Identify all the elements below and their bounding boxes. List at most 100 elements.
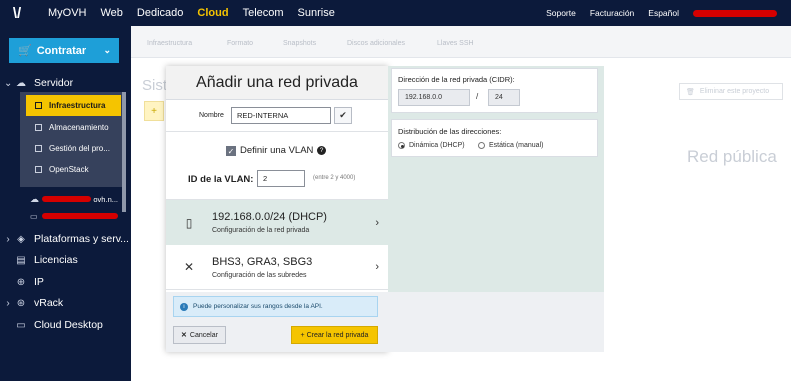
nav-soporte[interactable]: Soporte <box>546 8 576 18</box>
nav-language[interactable]: Español <box>648 8 679 18</box>
help-icon[interactable]: ? <box>317 146 326 155</box>
cidr-panel: Dirección de la red privada (CIDR): 192.… <box>391 68 598 113</box>
info-text: Puede personalizar sus rangos desde la A… <box>193 303 323 310</box>
redacted-account-name[interactable] <box>693 9 777 17</box>
square-icon <box>35 124 42 131</box>
nav-telecom[interactable]: Telecom <box>243 7 284 19</box>
sidebar-item-label: Plataformas y serv... <box>34 233 129 245</box>
cancel-label: Cancelar <box>189 331 218 339</box>
cidr-label: Dirección de la red privada (CIDR): <box>398 75 515 84</box>
confirm-name-button[interactable]: ✔ <box>334 107 352 124</box>
sidebar-item-label: Licencias <box>34 254 78 266</box>
tab-infraestructura[interactable]: Infraestructura <box>147 40 192 47</box>
background-add-button[interactable]: + <box>144 101 164 121</box>
sidebar-item-label: Cloud Desktop <box>34 319 103 331</box>
cloud-icon: ☁ <box>16 77 26 89</box>
ovh-logo-icon[interactable]: \/ <box>0 0 34 26</box>
subitem-label: Almacenamiento <box>49 123 109 132</box>
nav-cloud[interactable]: Cloud <box>197 7 228 19</box>
delete-project-label: Eliminar este proyecto <box>699 88 770 95</box>
vlan-id-field[interactable]: 2 <box>257 170 305 187</box>
tab-formato[interactable]: Formato <box>227 40 253 47</box>
chevron-right-icon: › <box>375 216 379 229</box>
sidebar-subitem-infraestructura[interactable]: Infraestructura <box>26 95 121 116</box>
vlan-checkbox[interactable]: ✓ <box>226 146 236 156</box>
nav-myovh[interactable]: MyOVH <box>48 7 87 19</box>
chevron-down-icon: ⌄ <box>103 45 111 55</box>
radio-label: Estática (manual) <box>489 142 544 149</box>
close-icon: ✕ <box>181 332 187 339</box>
option-title: BHS3, GRA3, SBG3 <box>212 255 313 268</box>
delete-project-button[interactable]: 🗑 Eliminar este proyecto <box>679 83 783 100</box>
tab-discos-adicionales[interactable]: Discos adicionales <box>347 40 405 47</box>
chevron-right-icon: › <box>6 233 10 245</box>
cidr-address-field[interactable]: 192.168.0.0 <box>398 89 470 106</box>
option-title: 192.168.0.0/24 (DHCP) <box>212 211 327 223</box>
cidr-mask-field[interactable]: 24 <box>488 89 520 106</box>
check-icon: ✔ <box>339 110 347 120</box>
chevron-right-icon: › <box>6 297 10 309</box>
name-row: Nombre RED-INTERNA ✔ <box>166 100 388 132</box>
vlan-range-hint: (entre 2 y 4000) <box>313 175 356 181</box>
regions-icon: ✕ <box>183 260 195 274</box>
name-field[interactable]: RED-INTERNA <box>231 107 331 124</box>
license-icon: ▤ <box>16 254 26 266</box>
option-subtitle: Configuración de la red privada <box>212 227 310 234</box>
api-info-message: i Puede personalizar sus rangos desde la… <box>173 296 378 317</box>
monitor-icon: ▭ <box>16 319 26 331</box>
radio-selected-icon <box>398 142 405 149</box>
sidebar-subitem-almacenamiento[interactable]: Almacenamiento <box>26 117 121 138</box>
sidebar-subitem-openstack[interactable]: OpenStack <box>26 159 121 180</box>
sidebar-scrollbar[interactable] <box>122 92 126 212</box>
chevron-right-icon: › <box>375 261 379 273</box>
radio-static[interactable]: Estática (manual) <box>478 142 543 149</box>
subitem-label: Gestión del pro... <box>49 144 110 153</box>
redacted-domain <box>42 196 92 202</box>
sidebar-item-label: vRack <box>34 297 64 309</box>
distribution-label: Distribución de las direcciones: <box>398 127 502 136</box>
sidebar-subitem-gestion[interactable]: Gestión del pro... <box>26 138 121 159</box>
contratar-button[interactable]: 🛒 Contratar ⌄ <box>9 38 119 63</box>
contratar-label: Contratar <box>36 44 87 57</box>
vlan-row: ✓ Definir una VLAN ? ID de la VLAN: 2 (e… <box>166 132 388 200</box>
trash-icon: 🗑 <box>686 88 695 96</box>
redacted-domain <box>42 213 118 219</box>
sidebar-item-vrack[interactable]: › ⊛ vRack <box>0 297 131 309</box>
domain-suffix: ovh.n... <box>93 194 118 204</box>
subitem-label: Infraestructura <box>49 101 106 110</box>
sidebar-item-label: Servidor <box>34 77 74 89</box>
network-icon: ⊛ <box>16 297 26 309</box>
cart-icon: 🛒 <box>18 45 32 57</box>
sidebar-domain-item-1[interactable]: ☁ ovh.n... <box>28 193 118 205</box>
background-section-title: Sist <box>142 77 168 94</box>
info-icon: i <box>180 302 188 311</box>
tab-snapshots[interactable]: Snapshots <box>283 40 316 47</box>
option-network-config[interactable]: ▯ 192.168.0.0/24 (DHCP) Configuración de… <box>166 200 388 245</box>
nav-sunrise[interactable]: Sunrise <box>298 7 335 19</box>
tab-llaves-ssh[interactable]: Llaves SSH <box>437 40 474 47</box>
square-icon <box>35 145 42 152</box>
cancel-button[interactable]: ✕ Cancelar <box>173 326 226 344</box>
nav-dedicado[interactable]: Dedicado <box>137 7 183 19</box>
sidebar-item-plataformas[interactable]: › ◈ Plataformas y serv... <box>0 233 131 245</box>
sidebar-item-servidor[interactable]: ⌄ ☁ Servidor <box>0 77 131 89</box>
sidebar-domain-item-2[interactable]: ▭ <box>28 210 118 222</box>
vlan-id-label: ID de la VLAN: <box>188 174 254 185</box>
layers-icon: ◈ <box>17 233 25 245</box>
name-label: Nombre <box>199 112 224 119</box>
sidebar-item-label: IP <box>34 276 44 288</box>
create-private-network-button[interactable]: + Crear la red privada <box>291 326 378 344</box>
globe-icon: ⊕ <box>16 276 26 288</box>
modal-title: Añadir una red privada <box>166 66 388 100</box>
top-right-links: Soporte Facturación Español <box>546 0 791 26</box>
sidebar-item-licencias[interactable]: ▤ Licencias <box>0 254 131 266</box>
radio-dhcp[interactable]: Dinámica (DHCP) <box>398 142 465 149</box>
option-subnets-config[interactable]: ✕ BHS3, GRA3, SBG3 Configuración de las … <box>166 245 388 290</box>
radio-unselected-icon <box>478 142 485 149</box>
sidebar-item-cloud-desktop[interactable]: ▭ Cloud Desktop <box>0 319 131 331</box>
vlan-checkbox-label: Definir una VLAN <box>240 145 314 156</box>
square-icon <box>35 102 42 109</box>
nav-facturacion[interactable]: Facturación <box>590 8 634 18</box>
sidebar-item-ip[interactable]: ⊕ IP <box>0 276 131 288</box>
nav-web[interactable]: Web <box>101 7 123 19</box>
